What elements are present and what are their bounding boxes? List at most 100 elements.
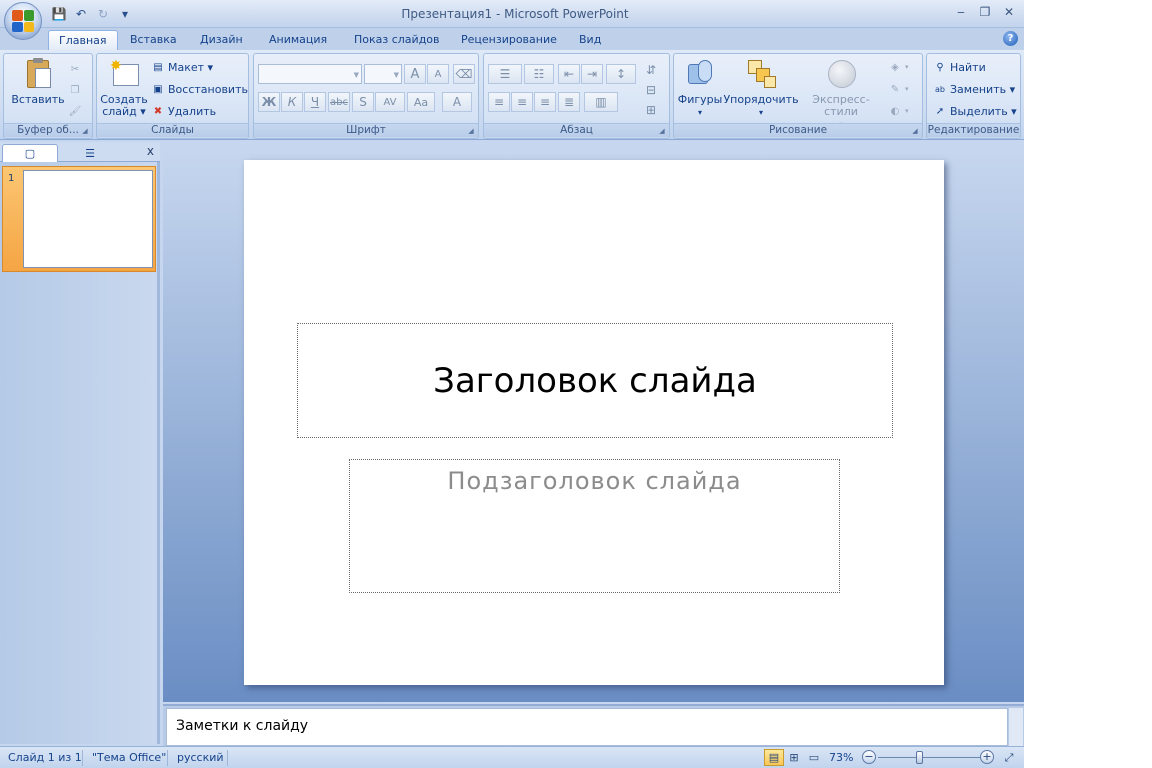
align-right-button[interactable]: ≡ xyxy=(534,92,556,112)
font-group-label: Шрифт xyxy=(254,123,478,137)
notes-field[interactable]: Заметки к слайду xyxy=(166,708,1008,746)
clear-formatting-icon[interactable]: ⌫ xyxy=(453,64,475,84)
redo-icon[interactable]: ↻ xyxy=(94,5,112,22)
tab-slides-icon[interactable]: ▢ xyxy=(2,144,58,162)
strikethrough-button[interactable]: abc xyxy=(328,92,350,112)
replace-button[interactable]: ab Заменить ▾ xyxy=(933,80,1015,98)
align-left-button[interactable]: ≡ xyxy=(488,92,510,112)
underline-button[interactable]: Ч xyxy=(304,92,326,112)
font-name-combo[interactable]: ▼ xyxy=(258,64,362,84)
office-logo-icon xyxy=(12,10,34,32)
align-center-button[interactable]: ≡ xyxy=(511,92,533,112)
language-status[interactable]: русский xyxy=(177,750,224,766)
shadow-button[interactable]: S xyxy=(352,92,374,112)
title-placeholder[interactable]: Заголовок слайда xyxy=(297,323,893,438)
zoom-in-icon[interactable]: + xyxy=(980,750,994,764)
text-direction-icon[interactable]: ⇵ xyxy=(640,60,662,80)
tab-insert[interactable]: Вставка xyxy=(120,30,187,50)
tab-home[interactable]: Главная xyxy=(48,30,118,50)
paragraph-group-label: Абзац xyxy=(484,123,669,137)
layout-button[interactable]: ▤ Макет ▾ xyxy=(151,58,213,76)
smartart-icon[interactable]: ⊞ xyxy=(640,100,662,120)
tab-animation[interactable]: Анимация xyxy=(259,30,337,50)
shrink-font-button[interactable]: A xyxy=(427,64,449,84)
italic-button[interactable]: К xyxy=(281,92,303,112)
increase-indent-button[interactable]: ⇥ xyxy=(581,64,603,84)
quick-styles-button[interactable]: Экспресс-стили▾ xyxy=(798,58,884,131)
font-size-combo[interactable]: ▼ xyxy=(364,64,402,84)
decrease-indent-button[interactable]: ⇤ xyxy=(558,64,580,84)
tab-review[interactable]: Рецензирование xyxy=(451,30,567,50)
bold-button[interactable]: Ж xyxy=(258,92,280,112)
numbering-button[interactable]: ☷ xyxy=(524,64,554,84)
undo-icon[interactable]: ↶ xyxy=(72,5,90,22)
align-text-icon[interactable]: ⊟ xyxy=(640,80,662,100)
columns-button[interactable]: ▥ xyxy=(584,92,618,112)
tab-slide-show[interactable]: Показ слайдов xyxy=(344,30,450,50)
format-painter-icon[interactable]: 🖌 xyxy=(68,102,82,120)
bullets-button[interactable]: ☰ xyxy=(488,64,522,84)
help-icon[interactable]: ? xyxy=(1003,31,1018,46)
customize-toolbar-icon[interactable]: ▾ xyxy=(116,5,134,22)
clipboard-group: Вставить ✂ ❐ 🖌 Буфер об... ◢ xyxy=(3,53,93,139)
minimize-button[interactable]: ‒ xyxy=(950,3,972,21)
delete-icon: ✖ xyxy=(153,105,163,117)
drawing-group-label: Рисование xyxy=(674,123,922,137)
notes-scrollbar[interactable] xyxy=(1009,708,1023,746)
select-button[interactable]: ➚ Выделить ▾ xyxy=(933,102,1017,120)
slide-thumbnail-row[interactable]: 1 xyxy=(2,166,156,272)
slide-show-view-icon[interactable]: ▭ xyxy=(804,749,824,766)
editing-group: ⚲ Найти ab Заменить ▾ ➚ Выделить ▾ Редак… xyxy=(926,53,1021,139)
slides-panel: ▢ ☰ x 1 xyxy=(0,142,160,744)
find-button[interactable]: ⚲ Найти xyxy=(933,58,985,76)
reset-button[interactable]: ▣ Восстановить xyxy=(151,80,248,98)
zoom-slider-thumb[interactable] xyxy=(915,751,923,764)
new-slide-label: Создать слайд ▾ xyxy=(100,93,148,118)
tab-view[interactable]: Вид xyxy=(569,30,611,50)
paste-button[interactable]: Вставить xyxy=(10,58,66,106)
zoom-level[interactable]: 73% xyxy=(829,750,853,766)
ribbon-tabs: Главная Вставка Дизайн Анимация Показ сл… xyxy=(0,28,1024,50)
close-panel-icon[interactable]: x xyxy=(147,144,154,158)
shape-outline-icon[interactable]: ✎ ▾ xyxy=(888,80,909,98)
clipboard-launcher-icon[interactable]: ◢ xyxy=(80,126,90,136)
close-button[interactable]: ✕ xyxy=(998,3,1020,21)
character-spacing-button[interactable]: AV xyxy=(375,92,405,112)
grow-font-button[interactable]: A xyxy=(404,64,426,84)
cut-icon[interactable]: ✂ xyxy=(68,60,82,78)
delete-slide-button[interactable]: ✖ Удалить xyxy=(151,102,216,120)
tab-design[interactable]: Дизайн xyxy=(190,30,253,50)
drawing-launcher-icon[interactable]: ◢ xyxy=(910,126,920,136)
shape-fill-icon[interactable]: ◈ ▾ xyxy=(888,58,908,76)
slide-canvas[interactable]: Заголовок слайда Подзаголовок слайда xyxy=(244,160,944,685)
arrange-button[interactable]: Упорядочить ▾ xyxy=(723,58,799,119)
font-launcher-icon[interactable]: ◢ xyxy=(466,126,476,136)
line-spacing-button[interactable]: ↕ xyxy=(606,64,636,84)
new-slide-icon: ✸ xyxy=(107,58,141,90)
shapes-button[interactable]: Фигуры ▾ xyxy=(678,58,722,119)
copy-icon[interactable]: ❐ xyxy=(68,81,82,99)
change-case-button[interactable]: Aa xyxy=(407,92,435,112)
quick-styles-icon xyxy=(824,58,858,90)
zoom-out-icon[interactable]: − xyxy=(862,750,876,764)
office-button[interactable] xyxy=(4,2,42,40)
drawing-group: Фигуры▾ Упорядочить▾ Экспресс-стили▾ ◈▾ … xyxy=(673,53,923,139)
powerpoint-window: 💾 ↶ ↻ ▾ Презентация1 - Microsoft PowerPo… xyxy=(0,0,1024,768)
slide-thumbnail[interactable] xyxy=(23,170,153,268)
font-color-button[interactable]: A xyxy=(442,92,472,112)
justify-button[interactable]: ≣ xyxy=(558,92,580,112)
new-slide-button[interactable]: ✸ Создать слайд ▾ xyxy=(100,58,148,118)
binoculars-icon: ⚲ xyxy=(936,61,944,73)
shape-effects-icon[interactable]: ◐ ▾ xyxy=(888,102,909,120)
paragraph-launcher-icon[interactable]: ◢ xyxy=(657,126,667,136)
subtitle-placeholder[interactable]: Подзаголовок слайда xyxy=(349,459,840,593)
fit-to-window-icon[interactable]: ⤢ xyxy=(1000,749,1018,766)
restore-button[interactable]: ❐ xyxy=(974,3,996,21)
normal-view-icon[interactable]: ▤ xyxy=(764,749,784,766)
tab-outline-icon[interactable]: ☰ xyxy=(62,144,118,162)
slides-group: ✸ Создать слайд ▾ ▤ Макет ▾ ▣ Восстанови… xyxy=(96,53,249,139)
notes-pane: Заметки к слайду xyxy=(163,704,1024,746)
save-icon[interactable]: 💾 xyxy=(50,5,68,22)
zoom-slider[interactable] xyxy=(878,757,982,758)
slide-sorter-view-icon[interactable]: ⊞ xyxy=(784,749,804,766)
